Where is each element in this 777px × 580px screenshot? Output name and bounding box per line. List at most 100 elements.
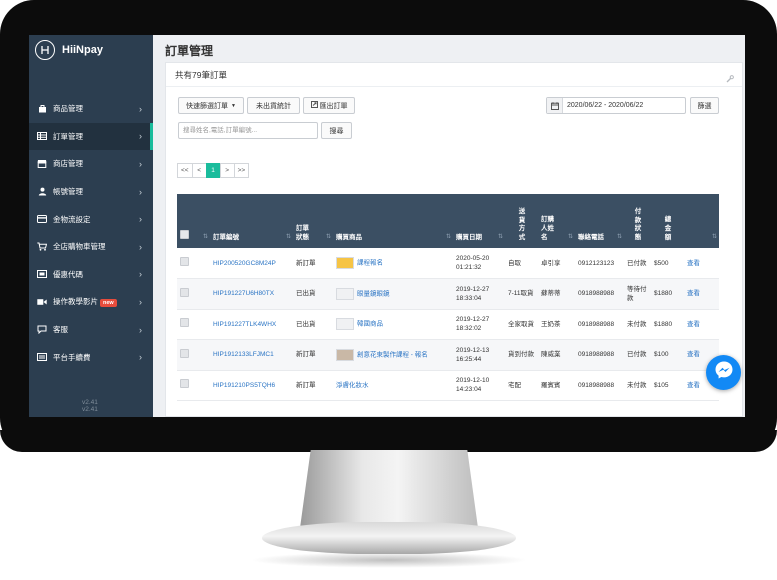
- payment-cell: 已付款: [624, 248, 651, 279]
- sidebar-item-platform-fee[interactable]: 平台手續費 ›: [29, 343, 153, 371]
- apply-filter-button[interactable]: 篩選: [690, 97, 719, 114]
- header-line: 狀: [634, 225, 642, 232]
- phone-cell: 0918988988: [575, 339, 624, 371]
- sidebar-item-label: 金物流設定: [53, 214, 91, 224]
- sort-icon[interactable]: ⇅: [203, 233, 208, 242]
- main-content: 訂單管理 共有79筆訂單 快速篩選訂單 ▼ 未出貨統計 匯出訂單 2020/06…: [153, 35, 745, 417]
- unshipped-stats-button[interactable]: 未出貨統計: [247, 97, 300, 114]
- wrench-icon[interactable]: [726, 70, 734, 88]
- messenger-icon: [714, 360, 734, 385]
- sidebar-item-products[interactable]: 商品管理 ›: [29, 95, 153, 123]
- orders-table-wrapper: ⇅ 訂單編號 ⇅ 訂單 狀態 ⇅ 購買商品 ⇅ 購買日期 ⇅ 送貨方式 訂購 人姓名 ⇅ 聯絡…: [177, 194, 719, 416]
- date-header[interactable]: 購買日期 ⇅: [453, 194, 505, 248]
- sort-icon[interactable]: ⇅: [712, 233, 717, 242]
- sort-icon: ⇅: [285, 234, 291, 240]
- page-title: 訂單管理: [165, 44, 214, 58]
- order-no-header[interactable]: 訂單編號 ⇅: [210, 194, 293, 248]
- product-link[interactable]: 課程報名: [357, 260, 383, 267]
- brand-name: HiiNpay: [62, 44, 103, 56]
- product-thumbnail: [336, 348, 354, 361]
- buyer-cell: 蘇蒂蒂: [538, 278, 575, 310]
- panel-header: 共有79筆訂單: [166, 63, 742, 87]
- total-header[interactable]: 總金額: [651, 194, 684, 248]
- date-cell: 2019-12-13: [456, 346, 490, 354]
- row-checkbox[interactable]: [180, 287, 189, 297]
- sidebar-item-cart[interactable]: 全店購物車管理 ›: [29, 233, 153, 261]
- product-link[interactable]: 淨膚化妝水: [336, 382, 369, 389]
- date-cell: 2019-12-27: [456, 316, 490, 324]
- buyer-cell: 王奶茶: [538, 309, 575, 340]
- header-line: 態: [634, 233, 642, 241]
- orders-panel: 共有79筆訂單 快速篩選訂單 ▼ 未出貨統計 匯出訂單 2020/06/22 -…: [165, 62, 743, 417]
- table-header-row: ⇅ 訂單編號 ⇅ 訂單 狀態 ⇅ 購買商品 ⇅ 購買日期 ⇅ 送貨方式 訂購 人姓名 ⇅ 聯絡…: [177, 194, 719, 248]
- quick-filter-label: 快速篩選訂單: [186, 102, 229, 110]
- order-no-link[interactable]: HIP191210PS5TQH6: [213, 382, 275, 389]
- sort-icon: ⇅: [567, 234, 573, 240]
- delivery-header[interactable]: 送貨方式: [505, 194, 538, 248]
- date-range-picker[interactable]: 2020/06/22 - 2020/06/22: [546, 97, 686, 114]
- product-link[interactable]: 眼量鏡眼鏡: [357, 290, 390, 297]
- buyer-header[interactable]: 訂購 人姓名 ⇅: [538, 194, 575, 248]
- quick-filter-dropdown[interactable]: 快速篩選訂單 ▼: [178, 97, 244, 114]
- order-no-link[interactable]: HIP191227TLK4WHX: [213, 321, 276, 328]
- sidebar-item-coupon[interactable]: 優惠代碼 ›: [29, 261, 153, 289]
- select-all-header: ⇅: [177, 194, 210, 248]
- page-next-button[interactable]: >: [219, 163, 235, 178]
- sidebar-item-label: 帳號管理: [53, 187, 83, 197]
- page-current-button[interactable]: 1: [205, 163, 221, 178]
- order-no-link[interactable]: HIP191227U6H80TX: [213, 290, 274, 297]
- row-checkbox[interactable]: [180, 348, 189, 358]
- version-line: v2.41: [82, 406, 98, 413]
- page-prev-button[interactable]: <: [191, 163, 207, 178]
- status-header[interactable]: 訂單 狀態 ⇅: [293, 194, 333, 248]
- chevron-right-icon: ›: [139, 131, 142, 142]
- product-link[interactable]: 韓國商品: [357, 321, 383, 328]
- view-link[interactable]: 查看: [687, 351, 700, 358]
- logo-icon: [35, 40, 55, 60]
- product-thumbnail: [336, 287, 354, 300]
- phone-cell: 0918988988: [575, 278, 624, 310]
- search-button[interactable]: 搜尋: [321, 122, 352, 139]
- export-orders-button[interactable]: 匯出訂單: [303, 97, 355, 114]
- card-icon: [36, 214, 48, 224]
- payment-cell: 未付款: [624, 370, 651, 401]
- product-link[interactable]: 創意花束製作課程 - 報名: [357, 351, 428, 358]
- pagination: << < 1 > >>: [177, 163, 250, 178]
- order-no-link[interactable]: HIP1912133LFJMC1: [213, 351, 274, 358]
- order-no-link[interactable]: HIP200520GC8M24P: [213, 260, 276, 267]
- delivery-cell: 7-11取貨: [505, 278, 538, 310]
- row-checkbox[interactable]: [180, 318, 189, 328]
- view-link[interactable]: 查看: [687, 321, 700, 328]
- messenger-chat-button[interactable]: [706, 355, 741, 390]
- total-cell: $1880: [651, 278, 684, 310]
- select-all-checkbox[interactable]: [180, 230, 189, 239]
- phone-header[interactable]: 聯絡電話 ⇅: [575, 194, 624, 248]
- version-line: v2.41: [82, 399, 98, 406]
- sidebar-item-tutorial-videos[interactable]: 操作教學影片 new ›: [29, 288, 153, 316]
- sidebar-item-orders[interactable]: 訂單管理 ›: [29, 122, 153, 151]
- logo[interactable]: HiiNpay: [29, 35, 153, 65]
- payment-header[interactable]: 付款狀態: [624, 194, 651, 248]
- row-checkbox[interactable]: [180, 379, 189, 389]
- header-line: 貨: [518, 216, 526, 224]
- export-icon: [310, 101, 318, 110]
- sidebar-item-store[interactable]: 商店管理 ›: [29, 150, 153, 178]
- order-count-text: 共有79筆訂單: [175, 69, 227, 80]
- sidebar-item-payment-logistics[interactable]: 金物流設定 ›: [29, 205, 153, 233]
- sidebar-item-support[interactable]: 客服 ›: [29, 316, 153, 344]
- view-link[interactable]: 查看: [687, 382, 700, 389]
- page-first-button[interactable]: <<: [177, 163, 193, 178]
- product-header[interactable]: 購買商品 ⇅: [333, 194, 453, 248]
- view-link[interactable]: 查看: [687, 260, 700, 267]
- export-label: 匯出訂單: [319, 102, 348, 110]
- sidebar: HiiNpay 商品管理 › 訂單管理 › 商店管理 › 帳號管理 › 金物流設…: [29, 35, 153, 417]
- new-badge: new: [100, 299, 117, 308]
- row-checkbox[interactable]: [180, 257, 189, 266]
- sidebar-nav: 商品管理 › 訂單管理 › 商店管理 › 帳號管理 › 金物流設定 › 全店購物…: [29, 95, 153, 371]
- page-last-button[interactable]: >>: [233, 163, 250, 178]
- product-thumbnail: [336, 318, 354, 331]
- search-input[interactable]: [178, 122, 318, 139]
- sidebar-item-account[interactable]: 帳號管理 ›: [29, 178, 153, 206]
- header-line: 送: [518, 208, 526, 215]
- view-link[interactable]: 查看: [687, 290, 700, 297]
